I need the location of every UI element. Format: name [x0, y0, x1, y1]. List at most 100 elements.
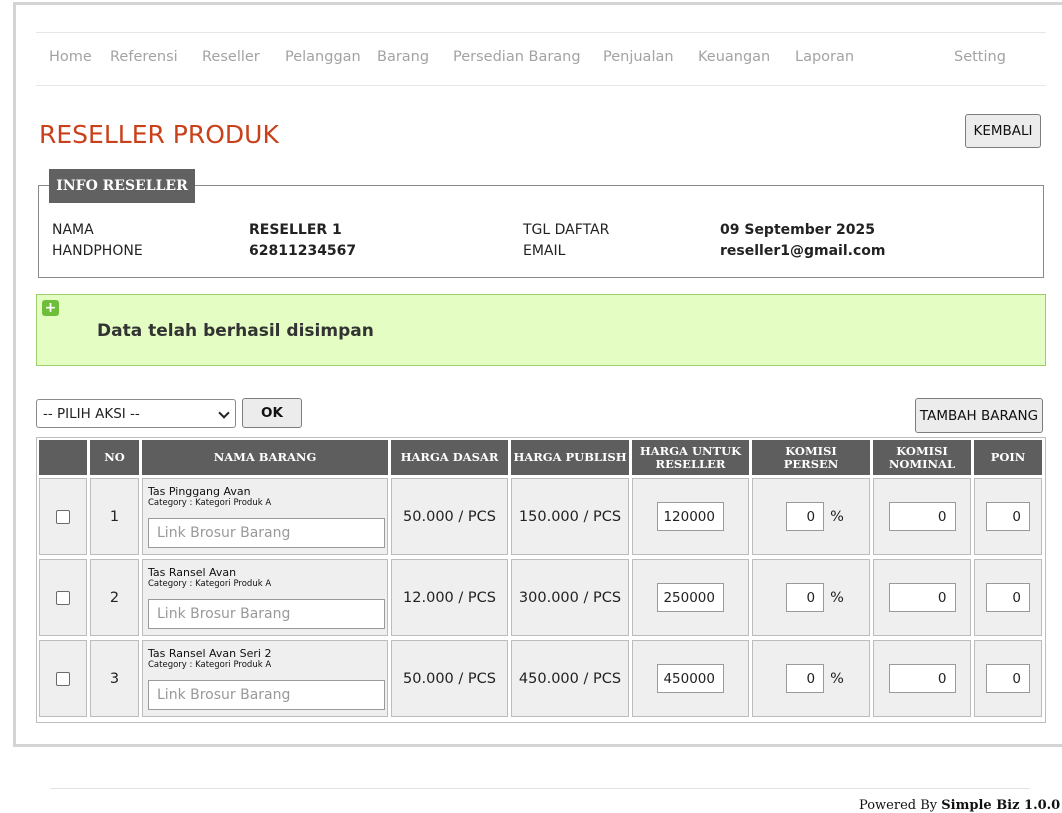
row-no: 2 [90, 559, 139, 636]
row-select-cell [39, 640, 87, 717]
row-checkbox[interactable] [56, 671, 70, 686]
komisi-persen-input[interactable]: 0 [786, 664, 825, 693]
row-komisi-nominal-cell: 0 [873, 478, 971, 555]
row-komisi-persen-cell: 0 % [752, 640, 870, 717]
poin-input[interactable]: 0 [986, 502, 1030, 531]
nav-barang[interactable]: Barang [377, 49, 429, 65]
header-no: NO [90, 440, 139, 475]
row-harga-dasar: 12.000 / PCS [391, 559, 508, 636]
row-harga-dasar: 50.000 / PCS [391, 478, 508, 555]
row-nama-cell: Tas Ransel Avan Category : Kategori Prod… [142, 559, 388, 636]
link-brosur-input[interactable]: Link Brosur Barang [148, 599, 385, 629]
ok-button[interactable]: OK [242, 398, 302, 428]
item-category: Category : Kategori Produk A [148, 579, 272, 589]
tgl-daftar-label: TGL DAFTAR [523, 222, 610, 238]
footer: Powered By Simple Biz 1.0.0 [859, 798, 1060, 813]
item-name: Tas Pinggang Avan [148, 485, 251, 498]
action-select-value: -- PILIH AKSI -- [43, 405, 140, 422]
item-name: Tas Ransel Avan Seri 2 [148, 647, 272, 660]
link-brosur-input[interactable]: Link Brosur Barang [148, 680, 385, 710]
row-komisi-nominal-cell: 0 [873, 559, 971, 636]
row-komisi-nominal-cell: 0 [873, 640, 971, 717]
handphone-label: HANDPHONE [52, 243, 143, 259]
back-button[interactable]: KEMBALI [965, 114, 1041, 148]
nav-laporan[interactable]: Laporan [795, 49, 854, 65]
header-harga-dasar: HARGA DASAR [391, 440, 508, 475]
nav-penjualan[interactable]: Penjualan [603, 49, 674, 65]
page-title: RESELLER PRODUK [39, 120, 279, 149]
nav-persedian-barang[interactable]: Persedian Barang [453, 49, 581, 65]
header-komisi-persen: KOMISI PERSEN [752, 440, 870, 475]
footer-prefix: Powered By [859, 798, 938, 813]
header-nama-barang: NAMA BARANG [142, 440, 388, 475]
handphone-value: 62811234567 [249, 243, 357, 259]
nav-setting[interactable]: Setting [954, 49, 1006, 65]
row-harga-publish: 150.000 / PCS [511, 478, 629, 555]
item-category: Category : Kategori Produk A [148, 498, 272, 508]
komisi-nominal-input[interactable]: 0 [888, 583, 956, 612]
nav-pelanggan[interactable]: Pelanggan [285, 49, 361, 65]
row-select-cell [39, 478, 87, 555]
header-poin: POIN [974, 440, 1042, 475]
komisi-persen-input[interactable]: 0 [786, 502, 825, 531]
email-label: EMAIL [523, 243, 566, 259]
row-poin-cell: 0 [974, 478, 1042, 555]
percent-label: % [830, 670, 844, 687]
footer-brand: Simple Biz 1.0.0 [941, 798, 1061, 813]
nama-label: NAMA [52, 222, 94, 238]
info-reseller-legend: INFO RESELLER [49, 169, 195, 203]
percent-label: % [830, 508, 844, 525]
header-harga-reseller: HARGA UNTUK RESELLER [632, 440, 749, 475]
item-name: Tas Ransel Avan [148, 566, 237, 579]
poin-input[interactable]: 0 [986, 583, 1030, 612]
action-select[interactable]: -- PILIH AKSI -- [36, 399, 236, 428]
tgl-daftar-value: 09 September 2025 [720, 222, 875, 238]
nama-value: RESELLER 1 [249, 222, 342, 238]
row-checkbox[interactable] [56, 590, 70, 605]
header-komisi-persen-line2: PERSEN [783, 456, 839, 471]
percent-label: % [830, 589, 844, 606]
header-harga-publish: HARGA PUBLISH [511, 440, 629, 475]
row-komisi-persen-cell: 0 % [752, 559, 870, 636]
item-category: Category : Kategori Produk A [148, 660, 272, 670]
row-nama-cell: Tas Pinggang Avan Category : Kategori Pr… [142, 478, 388, 555]
nav-referensi[interactable]: Referensi [110, 49, 178, 65]
plus-icon: + [42, 300, 59, 316]
komisi-nominal-input[interactable]: 0 [888, 502, 956, 531]
row-harga-reseller-cell: 250000 [632, 559, 749, 636]
row-harga-reseller-cell: 120000 [632, 478, 749, 555]
header-komisi-persen-line1: KOMISI [785, 443, 837, 458]
header-harga-reseller-line1: HARGA UNTUK [639, 443, 742, 458]
row-no: 1 [90, 478, 139, 555]
row-checkbox[interactable] [56, 509, 70, 524]
chevron-down-icon [218, 407, 230, 419]
header-select [39, 440, 87, 475]
email-value: reseller1@gmail.com [720, 243, 886, 259]
main-nav: Home Referensi Reseller Pelanggan Barang… [36, 32, 1046, 86]
alert-message: Data telah berhasil disimpan [97, 321, 374, 341]
nav-home[interactable]: Home [49, 49, 92, 65]
header-harga-reseller-line2: RESELLER [655, 456, 726, 471]
row-harga-publish: 450.000 / PCS [511, 640, 629, 717]
komisi-persen-input[interactable]: 0 [786, 583, 825, 612]
harga-reseller-input[interactable]: 250000 [657, 583, 724, 612]
nav-keuangan[interactable]: Keuangan [698, 49, 770, 65]
komisi-nominal-input[interactable]: 0 [888, 664, 956, 693]
row-nama-cell: Tas Ransel Avan Seri 2 Category : Katego… [142, 640, 388, 717]
row-komisi-persen-cell: 0 % [752, 478, 870, 555]
success-alert: + Data telah berhasil disimpan [36, 294, 1046, 366]
nav-reseller[interactable]: Reseller [202, 49, 260, 65]
poin-input[interactable]: 0 [986, 664, 1030, 693]
row-select-cell [39, 559, 87, 636]
header-komisi-nominal: KOMISI NOMINAL [873, 440, 971, 475]
header-komisi-nominal-line2: NOMINAL [888, 456, 956, 471]
row-harga-publish: 300.000 / PCS [511, 559, 629, 636]
row-poin-cell: 0 [974, 640, 1042, 717]
link-brosur-input[interactable]: Link Brosur Barang [148, 518, 385, 548]
harga-reseller-input[interactable]: 120000 [657, 502, 724, 531]
tambah-barang-button[interactable]: TAMBAH BARANG [915, 398, 1043, 433]
footer-divider [50, 788, 1030, 789]
harga-reseller-input[interactable]: 450000 [657, 664, 724, 693]
row-harga-dasar: 50.000 / PCS [391, 640, 508, 717]
row-no: 3 [90, 640, 139, 717]
